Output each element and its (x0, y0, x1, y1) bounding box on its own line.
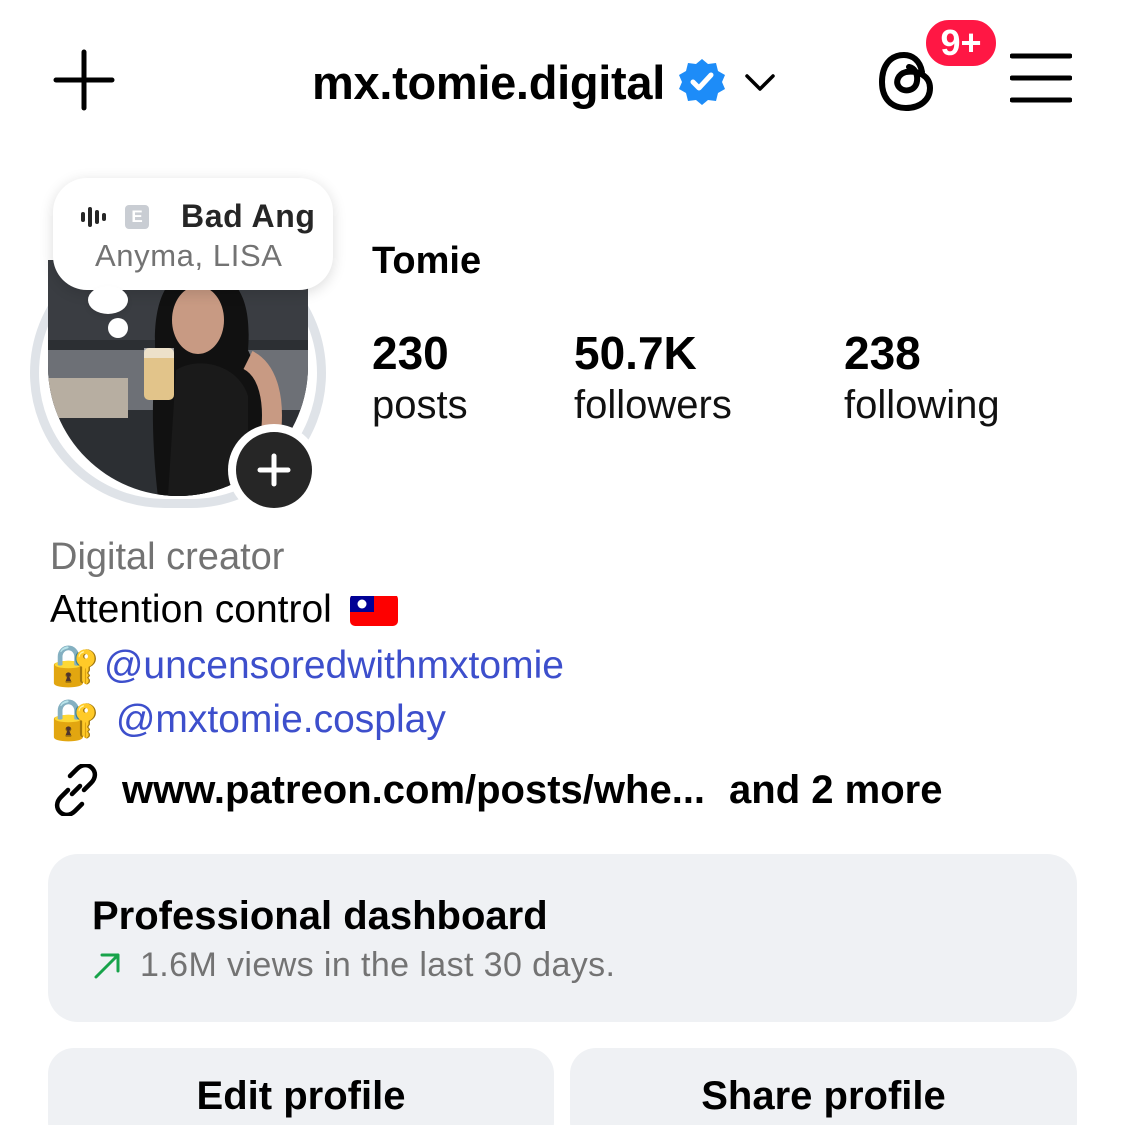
taiwan-flag-icon (349, 594, 398, 626)
trend-up-arrow-icon (94, 953, 120, 978)
username: mx.tomie.digital (312, 55, 665, 109)
thought-bubble-dot-small (108, 318, 128, 338)
explicit-icon: E (125, 204, 149, 229)
external-link[interactable]: www.patreon.com/posts/whe... and 2 more (50, 764, 942, 816)
stat-followers[interactable]: 50.7K followers (574, 326, 732, 430)
link-icon (54, 764, 98, 816)
edit-profile-button[interactable]: Edit profile (48, 1048, 554, 1125)
share-profile-button[interactable]: Share profile (570, 1048, 1077, 1125)
stat-label: following (844, 383, 1000, 427)
plus-icon[interactable] (52, 48, 116, 112)
share-profile-label: Share profile (701, 1074, 946, 1118)
chevron-down-icon (745, 74, 775, 91)
note-artist: Anyma, LISA (95, 238, 283, 273)
link-url: www.patreon.com/posts/whe... (122, 767, 706, 812)
lock-key-icon: 🔐 (50, 644, 100, 688)
music-note-bubble[interactable]: E Bad Ang Anyma, LISA (53, 178, 333, 290)
display-name: Tomie (372, 240, 482, 282)
bio-line: Attention control (50, 588, 398, 632)
profile-category: Digital creator (50, 536, 285, 578)
add-story-button[interactable] (228, 424, 320, 516)
dashboard-subtitle: 1.6M views in the last 30 days. (140, 946, 616, 984)
link-more: and 2 more (729, 767, 943, 812)
note-song-title: Bad Ang (181, 198, 316, 234)
audio-bars-icon (81, 206, 106, 227)
stat-value: 230 (372, 327, 449, 379)
lock-key-icon: 🔐 (50, 698, 100, 742)
notification-badge: 9+ (922, 16, 1000, 70)
stat-following[interactable]: 238 following (844, 326, 1000, 430)
account-switcher[interactable]: mx.tomie.digital (312, 52, 777, 112)
bio-text: Attention control (50, 588, 332, 631)
verified-badge-icon (678, 59, 725, 105)
plus-icon (257, 453, 291, 487)
add-story-circle (236, 432, 312, 508)
dashboard-title: Professional dashboard (92, 894, 548, 938)
note-title-row: E Bad Ang (81, 198, 316, 235)
mention-link[interactable]: @mxtomie.cosplay (116, 698, 446, 742)
stat-value: 50.7K (574, 327, 697, 379)
edit-profile-label: Edit profile (196, 1074, 406, 1118)
stat-value: 238 (844, 327, 921, 379)
stat-label: posts (372, 383, 468, 427)
professional-dashboard-card[interactable]: Professional dashboard 1.6M views in the… (48, 854, 1077, 1022)
top-bar: mx.tomie.digital 9+ (0, 0, 1125, 160)
thought-bubble-dot (88, 286, 128, 314)
stat-label: followers (574, 383, 732, 427)
bio-mention-line: 🔐 @uncensoredwithmxtomie (50, 642, 564, 689)
bio-mention-line: 🔐 @mxtomie.cosplay (50, 696, 446, 743)
stat-posts[interactable]: 230 posts (372, 326, 468, 430)
hamburger-menu-icon[interactable] (1010, 52, 1072, 104)
dashboard-subtitle-row: 1.6M views in the last 30 days. (92, 946, 615, 985)
mention-link[interactable]: @uncensoredwithmxtomie (104, 644, 564, 688)
